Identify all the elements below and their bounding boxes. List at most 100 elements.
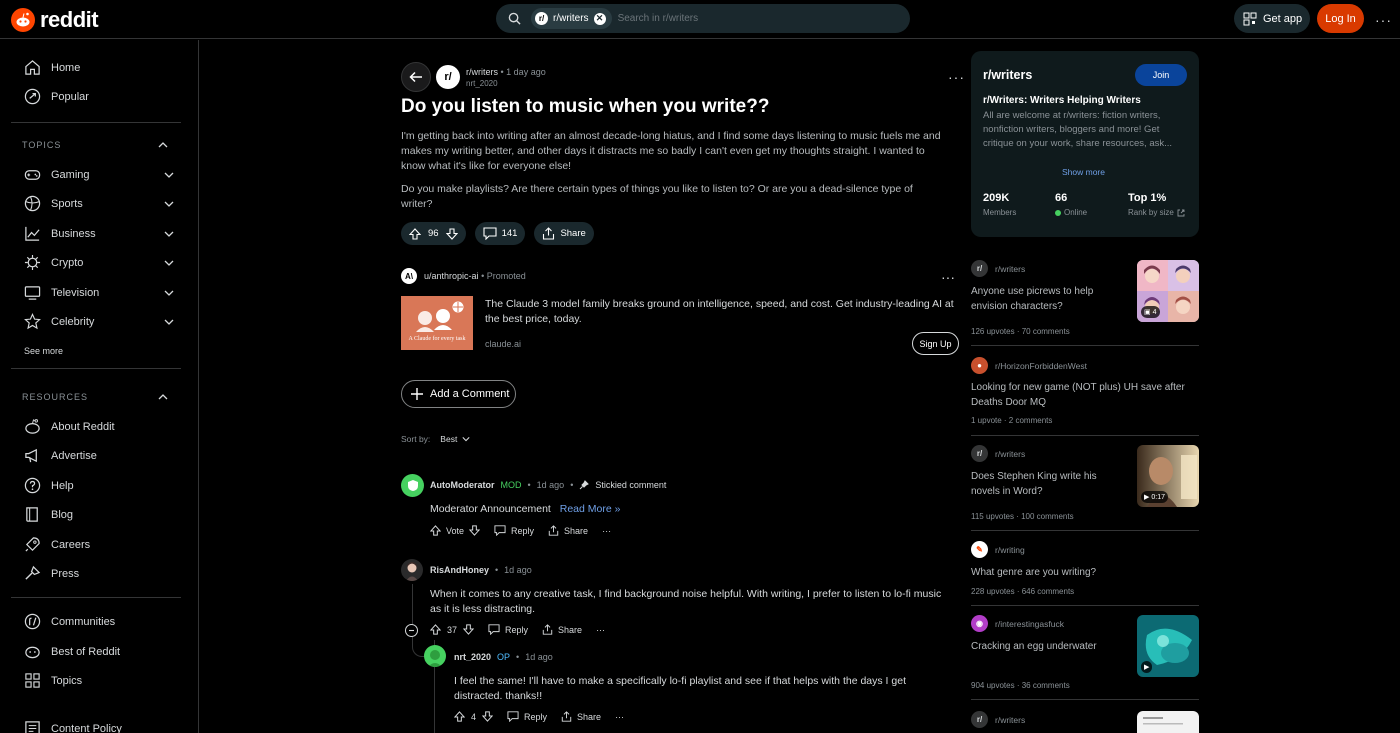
automoderator-avatar[interactable] xyxy=(401,474,424,497)
show-more-button[interactable]: Show more xyxy=(1062,167,1105,177)
get-app-button[interactable]: Get app xyxy=(1234,4,1310,33)
television-icon xyxy=(24,286,41,300)
comment-author[interactable]: nrt_2020 xyxy=(454,652,491,662)
sidebar-item-sports[interactable]: Sports xyxy=(24,195,174,212)
search-scope-chip[interactable]: r/ r/writers ✕ xyxy=(531,8,612,29)
resources-heading[interactable]: RESOURCES xyxy=(22,392,168,402)
subreddit-icon: r/ xyxy=(971,445,988,462)
sign-up-button[interactable]: Sign Up xyxy=(912,332,959,355)
add-comment-button[interactable]: Add a Comment xyxy=(401,380,516,408)
reply-button[interactable]: Reply xyxy=(494,525,534,536)
sidebar-item-careers[interactable]: Careers xyxy=(24,536,174,553)
chevron-down-icon xyxy=(164,290,174,296)
share-button[interactable]: Share xyxy=(534,222,594,245)
chevron-down-icon xyxy=(164,172,174,178)
sidebar-item-communities[interactable]: Communities xyxy=(24,613,174,630)
upvote-icon[interactable] xyxy=(409,227,421,240)
comment-icon xyxy=(494,525,506,536)
anthropic-avatar[interactable]: A\ xyxy=(401,268,417,284)
downvote-icon[interactable] xyxy=(463,624,475,635)
share-icon xyxy=(543,227,555,240)
sidebar-item-label: Advertise xyxy=(51,449,97,462)
gamepad-icon xyxy=(24,170,41,180)
share-button[interactable]: Share xyxy=(548,525,588,536)
promoted-label: Promoted xyxy=(486,271,526,281)
share-button[interactable]: Share xyxy=(561,711,601,722)
topics-heading[interactable]: TOPICS xyxy=(22,140,168,150)
close-icon[interactable]: ✕ xyxy=(593,12,606,25)
reply-label: Reply xyxy=(524,711,548,722)
subreddit-avatar[interactable]: r/ xyxy=(436,65,460,89)
sidebar-item-blog[interactable]: Blog xyxy=(24,506,174,523)
related-post-subreddit: r/r/writers xyxy=(971,445,1025,462)
comments-button[interactable]: 141 xyxy=(474,222,526,245)
collapse-thread-button[interactable] xyxy=(405,624,418,637)
sidebar-item-business[interactable]: Business xyxy=(24,225,174,242)
promo-user-link[interactable]: u/anthropic-ai xyxy=(424,271,479,281)
downvote-icon[interactable] xyxy=(482,711,494,722)
nrt-2020-avatar[interactable] xyxy=(424,645,446,667)
sidebar-item-topics[interactable]: Topics xyxy=(24,672,174,689)
sidebar-item-gaming[interactable]: Gaming xyxy=(24,166,174,183)
chevron-down-icon xyxy=(164,260,174,266)
post-options-icon[interactable]: ··· xyxy=(948,69,965,85)
post-author[interactable]: nrt_2020 xyxy=(466,79,498,88)
sidebar-item-television[interactable]: Television xyxy=(24,284,174,301)
risandhoney-avatar[interactable] xyxy=(401,559,423,581)
subreddit-link[interactable]: r/writers xyxy=(466,67,498,77)
subreddit-icon: ◉ xyxy=(971,615,988,632)
upvote-icon[interactable] xyxy=(430,525,441,536)
see-more-link[interactable]: See more xyxy=(24,346,63,356)
comment-options-icon[interactable]: ··· xyxy=(596,625,605,635)
resources-heading-label: RESOURCES xyxy=(22,392,89,402)
rank-label-row: Rank by size xyxy=(1128,208,1185,217)
sidebar-item-help[interactable]: Help xyxy=(24,477,174,494)
comment-author[interactable]: RisAndHoney xyxy=(430,565,489,575)
divider xyxy=(971,605,1199,606)
comment-options-icon[interactable]: ··· xyxy=(602,526,611,536)
comment-options-icon[interactable]: ··· xyxy=(615,712,624,722)
downvote-icon[interactable] xyxy=(469,525,481,536)
sidebar-item-content-policy[interactable]: Content Policy xyxy=(24,720,174,733)
share-button[interactable]: Share xyxy=(542,624,582,635)
sidebar-item-popular[interactable]: Popular xyxy=(24,88,174,105)
post-body: I'm getting back into writing after an a… xyxy=(401,129,946,220)
reply-button[interactable]: Reply xyxy=(488,624,528,635)
search-bar[interactable]: r/ r/writers ✕ Search in r/writers xyxy=(496,4,910,33)
mod-flair: MOD xyxy=(500,480,522,490)
login-button[interactable]: Log In xyxy=(1317,4,1364,33)
sidebar-item-home[interactable]: Home xyxy=(24,59,174,76)
promo-image[interactable]: A Claude for every task xyxy=(401,296,473,350)
sidebar-item-label: Television xyxy=(51,286,100,299)
sidebar-item-best-of-reddit[interactable]: Best of Reddit xyxy=(24,643,174,660)
read-more-link[interactable]: Read More » xyxy=(560,503,621,515)
reddit-logo[interactable]: reddit xyxy=(11,7,99,33)
sidebar-item-celebrity[interactable]: Celebrity xyxy=(24,313,174,330)
topics-grid-icon xyxy=(25,673,40,688)
rank-stat: Top 1% Rank by size xyxy=(1128,192,1185,217)
sidebar-item-advertise[interactable]: Advertise xyxy=(24,447,174,464)
upvote-icon[interactable] xyxy=(454,711,465,722)
external-link-icon[interactable] xyxy=(1177,209,1185,217)
related-sub-name: r/writers xyxy=(995,263,1026,274)
join-button[interactable]: Join xyxy=(1135,64,1187,86)
more-options-icon[interactable]: ··· xyxy=(1375,12,1392,28)
sort-dropdown[interactable]: Best xyxy=(440,434,470,444)
members-value: 209K xyxy=(983,192,1010,204)
sidebar-item-crypto[interactable]: Crypto xyxy=(24,254,174,271)
comment-header: RisAndHoney • 1d ago xyxy=(430,565,532,575)
promo-domain[interactable]: claude.ai xyxy=(485,339,521,349)
comment-author[interactable]: AutoModerator xyxy=(430,480,495,490)
downvote-icon[interactable] xyxy=(445,227,458,240)
search-input[interactable]: Search in r/writers xyxy=(618,13,699,24)
promo-options-icon[interactable]: ··· xyxy=(941,269,955,285)
sidebar-item-about-reddit[interactable]: About Reddit xyxy=(24,418,174,435)
online-value: 66 xyxy=(1055,192,1068,204)
divider xyxy=(971,345,1199,346)
sidebar-item-press[interactable]: Press xyxy=(24,565,174,582)
reply-button[interactable]: Reply xyxy=(507,711,547,722)
upvote-icon[interactable] xyxy=(430,624,441,635)
subreddit-name[interactable]: r/writers xyxy=(983,68,1032,82)
back-button[interactable] xyxy=(401,62,431,92)
minus-icon xyxy=(409,629,414,632)
